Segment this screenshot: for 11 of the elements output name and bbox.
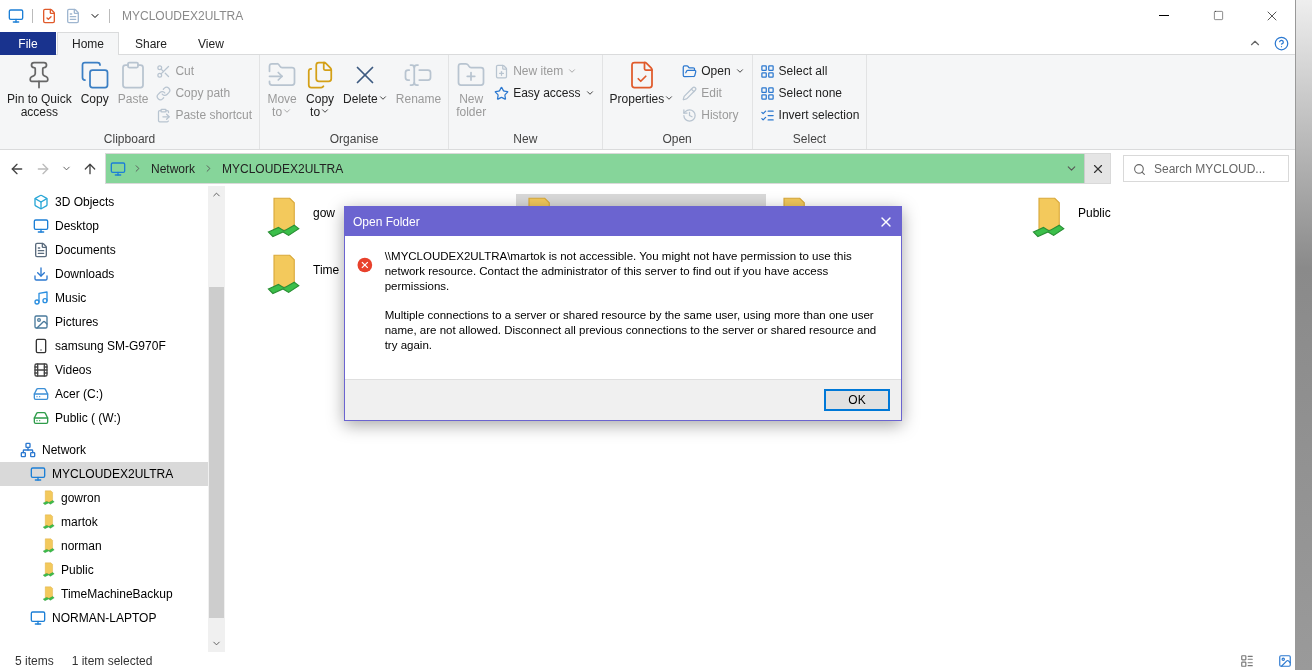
- group-label: Organise: [328, 132, 380, 148]
- status-text: 5 items: [15, 654, 54, 668]
- group-label: Clipboard: [102, 132, 157, 148]
- group-label: Select: [791, 132, 828, 148]
- window-title: MYCLOUDEX2ULTRA: [122, 8, 245, 23]
- group-label: New: [512, 132, 539, 148]
- dialog-message: \\MYCLOUDEX2ULTRA\martok is not accessible. You might not have permission to use this network resource. Contact the administrator of this server to find out if you have access permissions.: [384, 249, 853, 294]
- dialog-message: Multiple connections to a server or shared resource by the same user, using more than one user name, are not allowed. Disconnect all previous connections to the server or shared resource and try again.: [384, 308, 878, 353]
- dialog-title: Open Folder: [353, 214, 421, 229]
- group-label: Open: [661, 132, 693, 148]
- status-text: 1 item selected: [71, 654, 153, 668]
